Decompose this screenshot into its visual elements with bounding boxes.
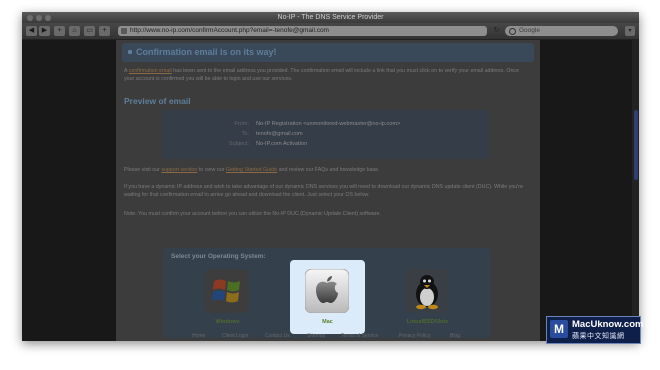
email-preview-box: From: No-IP Registration <unmonitored-we… — [162, 110, 489, 159]
duc-paragraph: If you have a dynamic IP address and wis… — [124, 184, 523, 198]
preview-row-subject: Subject: No-IP.com Activation — [162, 140, 489, 149]
os-option-linux[interactable]: Linux/BSD/Unix — [390, 260, 465, 334]
back-button[interactable]: ◀ — [26, 26, 37, 36]
home-button[interactable]: ⌂ — [69, 26, 80, 36]
watermark-subtitle: 蘋果中文知識網 — [572, 333, 625, 340]
to-value: tenofe@gmail.com — [256, 131, 303, 137]
support-text-2: to view our — [197, 167, 226, 173]
subject-value: No-IP.com Activation — [256, 141, 308, 147]
footer-link-privacy[interactable]: Privacy Policy — [399, 331, 430, 341]
scrollbar-thumb[interactable] — [634, 110, 638, 180]
from-label: From: — [234, 121, 249, 127]
search-icon — [509, 28, 516, 35]
macuknow-logo-icon: M — [550, 320, 568, 338]
subject-label: Subject: — [228, 141, 249, 147]
site-favicon-icon — [121, 28, 127, 34]
footer-link-terms[interactable]: Terms of Service — [341, 331, 378, 341]
support-section-link[interactable]: support section — [161, 167, 197, 173]
preview-heading: Preview of email — [124, 96, 191, 106]
to-label: To: — [241, 131, 249, 137]
intro-paragraph: A confirmation email has been sent to th… — [124, 67, 529, 83]
arrow-bullet-icon — [128, 50, 132, 54]
mac-label: Mac — [322, 319, 333, 325]
new-tab-button[interactable]: + — [54, 26, 65, 36]
tools-button[interactable]: + — [99, 26, 110, 36]
confirmation-banner: Confirmation email is on its way! — [122, 43, 534, 62]
bookmarks-button[interactable]: ▭ — [84, 26, 95, 36]
title-bar: No-IP - The DNS Service Provider — [22, 12, 639, 23]
right-side-panel — [632, 40, 639, 341]
preview-row-from: From: No-IP Registration <unmonitored-we… — [162, 120, 489, 129]
footer-link-contact-us[interactable]: Contact Us — [265, 331, 290, 341]
os-selection-box: Select your Operating System: Windows Ma… — [163, 248, 491, 338]
footer-link-sitemap[interactable]: Sitemap — [307, 331, 325, 341]
linux-label: Linux/BSD/Unix — [406, 319, 449, 325]
menu-button[interactable]: ▾ — [625, 26, 635, 36]
support-text-3: and review our FAQs and knowledge base. — [277, 167, 380, 173]
note-paragraph: Note: You must confirm your account befo… — [124, 211, 381, 217]
forward-button[interactable]: ▶ — [39, 26, 50, 36]
page-footer: Home Client Login Contact Us Sitemap Ter… — [116, 331, 540, 341]
support-paragraph: Please visit our support section to view… — [124, 166, 529, 174]
url-text: http://www.no-ip.com/confirmAccount.php?… — [130, 27, 329, 34]
page-viewport: Confirmation email is on its way! A conf… — [22, 40, 639, 341]
address-bar[interactable]: http://www.no-ip.com/confirmAccount.php?… — [118, 26, 487, 36]
page-content: Confirmation email is on its way! A conf… — [116, 40, 540, 341]
from-value: No-IP Registration <unmonitored-webmaste… — [256, 121, 401, 127]
footer-link-home[interactable]: Home — [192, 331, 205, 341]
banner-title: Confirmation email is on its way! — [136, 47, 277, 57]
preview-row-to: To: tenofe@gmail.com — [162, 130, 489, 139]
os-option-mac[interactable]: Mac — [290, 260, 365, 334]
tux-penguin-icon — [405, 269, 449, 313]
os-selection-title: Select your Operating System: — [171, 253, 266, 260]
support-text-1: Please visit our — [124, 167, 162, 173]
search-field[interactable]: Google — [505, 26, 618, 36]
windows-label: Windows — [215, 319, 240, 325]
reload-button[interactable]: ↻ — [492, 26, 501, 36]
getting-started-guide-link[interactable]: Getting Started Guide — [226, 167, 277, 173]
windows-logo-icon — [205, 269, 249, 313]
watermark-title: MacUknow.com — [572, 319, 644, 330]
intro-text-after: has been sent to the email address you p… — [124, 68, 520, 82]
footer-link-blog[interactable]: Blog — [450, 331, 460, 341]
search-placeholder: Google — [519, 27, 540, 34]
macuknow-watermark: M MacUknow.com 蘋果中文知識網 — [546, 316, 644, 344]
browser-window: No-IP - The DNS Service Provider ◀ ▶ + ⌂… — [22, 12, 639, 341]
window-title: No-IP - The DNS Service Provider — [277, 14, 384, 21]
apple-logo-icon — [304, 268, 350, 314]
browser-toolbar: ◀ ▶ + ⌂ ▭ + http://www.no-ip.com/confirm… — [22, 23, 639, 40]
os-option-windows[interactable]: Windows — [190, 260, 265, 334]
footer-link-client-login[interactable]: Client Login — [222, 331, 248, 341]
confirmation-email-link[interactable]: confirmation email — [129, 68, 172, 74]
